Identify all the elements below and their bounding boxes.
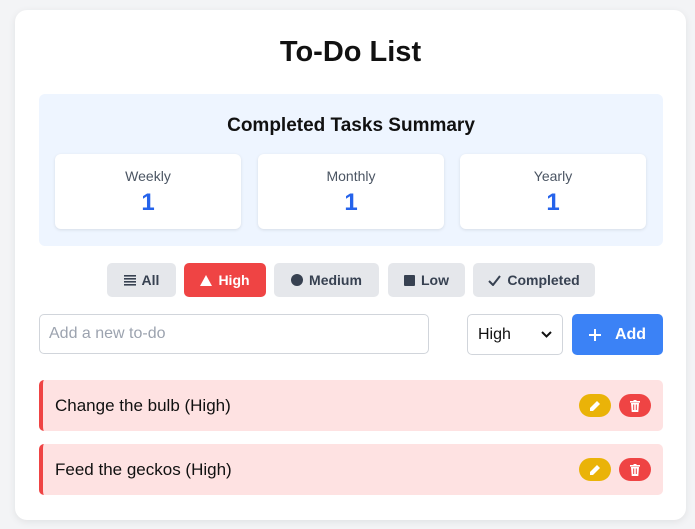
filter-label: Low: [421, 272, 449, 288]
filter-high-button[interactable]: High: [184, 263, 266, 297]
todo-text: Feed the geckos (High): [55, 460, 232, 479]
stat-value: 1: [141, 189, 155, 216]
circle-icon: [291, 274, 304, 286]
square-icon: [404, 274, 415, 286]
pencil-icon: [589, 400, 601, 412]
edit-button[interactable]: [579, 458, 611, 481]
stat-value: 1: [546, 189, 560, 216]
filter-all-button[interactable]: All: [107, 263, 176, 297]
filter-low-button[interactable]: Low: [388, 263, 465, 297]
filter-completed-button[interactable]: Completed: [473, 263, 595, 297]
stat-value: 1: [344, 189, 358, 216]
summary-title: Completed Tasks Summary: [227, 115, 475, 136]
pencil-icon: [589, 464, 601, 476]
filter-label: Completed: [507, 272, 580, 288]
stat-label: Monthly: [326, 168, 376, 184]
todo-item: Feed the geckos (High): [39, 444, 663, 495]
stat-weekly: Weekly 1: [55, 154, 241, 229]
todo-card: To-Do List Completed Tasks Summary Weekl…: [15, 10, 686, 520]
priority-select[interactable]: High: [467, 314, 563, 355]
todo-item: Change the bulb (High): [39, 380, 663, 431]
delete-button[interactable]: [619, 394, 651, 417]
stat-label: Yearly: [533, 168, 573, 184]
edit-button[interactable]: [579, 394, 611, 417]
new-todo-input[interactable]: [39, 314, 429, 354]
delete-button[interactable]: [619, 458, 651, 481]
stat-label: Weekly: [125, 168, 171, 184]
filter-label: All: [141, 272, 160, 288]
add-label: Add: [614, 325, 647, 343]
trash-icon: [630, 463, 640, 476]
todo-text: Change the bulb (High): [55, 396, 231, 415]
plus-icon: [588, 328, 601, 341]
page-title: To-Do List: [279, 36, 422, 68]
completed-summary-panel: Completed Tasks Summary Weekly 1 Monthly…: [39, 94, 663, 246]
stat-yearly: Yearly 1: [460, 154, 646, 229]
trash-icon: [630, 399, 640, 412]
check-icon: [488, 274, 502, 286]
priority-selected-value: High: [478, 325, 511, 343]
filter-medium-button[interactable]: Medium: [274, 263, 379, 297]
add-todo-button[interactable]: Add: [572, 314, 663, 355]
list-icon: [123, 274, 136, 286]
filter-label: High: [218, 272, 250, 288]
chevron-down-icon: [541, 331, 552, 338]
triangle-icon: [200, 274, 213, 286]
filter-label: Medium: [309, 272, 362, 288]
stat-monthly: Monthly 1: [258, 154, 444, 229]
